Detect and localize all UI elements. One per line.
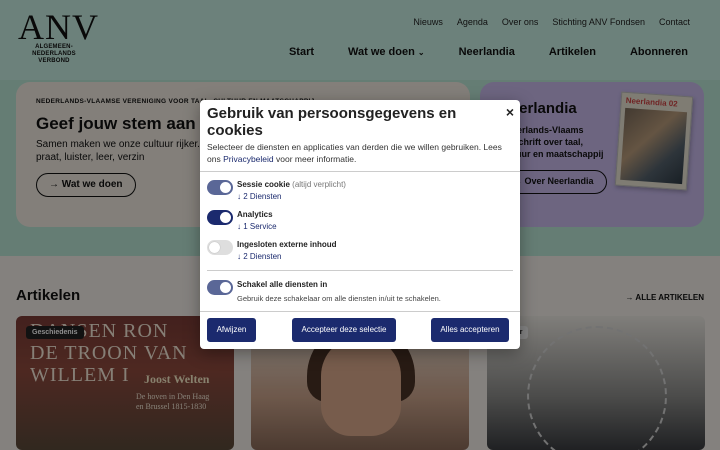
toggle-all-help: Gebruik deze schakelaar om alle diensten… <box>237 294 441 303</box>
service-count-link[interactable]: ↓ 1 Service <box>237 222 277 231</box>
accept-all-button[interactable]: Alles accepteren <box>431 318 509 342</box>
dialog-title: Gebruik van persoonsgegevens en cookies <box>207 105 457 139</box>
service-count-link[interactable]: ↓ 2 Diensten <box>237 192 281 201</box>
toggle-knob <box>220 282 231 293</box>
toggle-knob <box>209 242 220 253</box>
service-label: Analytics <box>237 210 273 219</box>
dialog-description: Selecteer de diensten en applicaties van… <box>207 141 513 165</box>
service-label: Sessie cookie (altijd verplicht) <box>237 180 346 189</box>
toggle-knob <box>220 182 231 193</box>
accept-selection-button[interactable]: Accepteer deze selectie <box>292 318 396 342</box>
toggle-all-label: Schakel alle diensten in <box>237 280 328 289</box>
toggle-knob <box>220 212 231 223</box>
close-icon[interactable]: × <box>506 104 514 120</box>
decline-button[interactable]: Afwijzen <box>207 318 256 342</box>
service-count-link[interactable]: ↓ 2 Diensten <box>237 252 281 261</box>
divider <box>207 270 513 271</box>
analytics-toggle[interactable] <box>207 210 233 225</box>
toggle-all-switch[interactable] <box>207 280 233 295</box>
required-note: (altijd verplicht) <box>292 180 346 189</box>
privacy-policy-link[interactable]: Privacybeleid <box>223 154 274 164</box>
service-label: Ingesloten externe inhoud <box>237 240 337 249</box>
divider <box>200 311 520 312</box>
desc-text-post: voor meer informatie. <box>273 154 357 164</box>
service-label-text: Sessie cookie <box>237 180 290 189</box>
session-cookie-toggle[interactable] <box>207 180 233 195</box>
divider <box>200 171 520 172</box>
external-content-toggle[interactable] <box>207 240 233 255</box>
cookie-consent-dialog: Gebruik van persoonsgegevens en cookies … <box>200 100 520 349</box>
